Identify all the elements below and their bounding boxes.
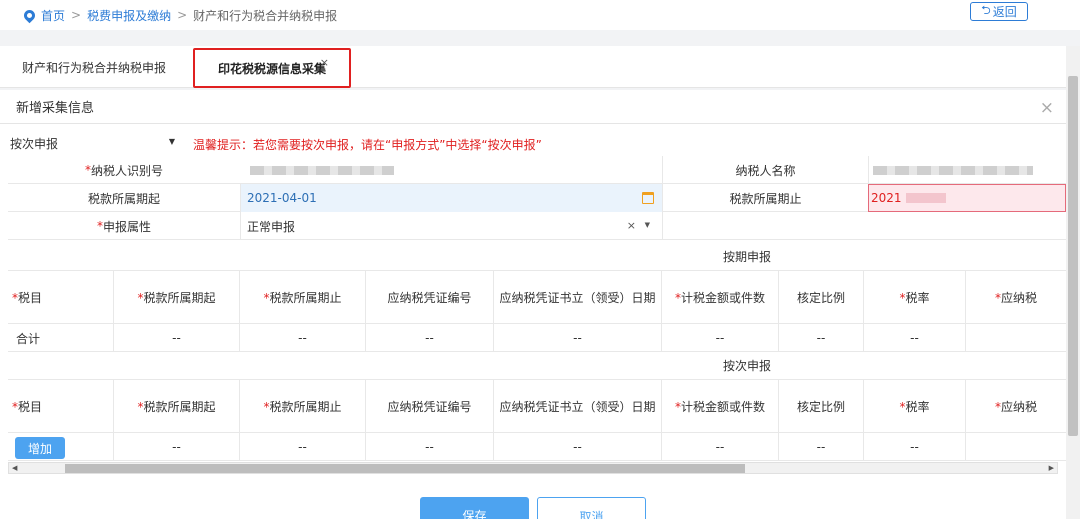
save-button[interactable]: 保存: [420, 497, 529, 519]
taxpayer-name-value: [868, 156, 1066, 184]
period-start-input[interactable]: 2021-04-01: [240, 184, 662, 212]
empty-cell: [662, 212, 1066, 240]
redacted-value: [873, 165, 1033, 175]
tab-bar: 财产和行为税合并纳税申报 印花税税源信息采集 ×: [0, 46, 1066, 88]
column-header: * 税款所属期起: [114, 271, 240, 324]
breadcrumb-current: 财产和行为税合并纳税申报: [193, 8, 338, 23]
table-cell: --: [779, 433, 864, 461]
taxpayer-form: *纳税人识别号 纳税人名称 税款所属期起 2021-04-01 税款所属期止: [8, 156, 1066, 240]
redacted-value: [250, 165, 394, 175]
declare-mode-row: 按次申报 ▼ 温馨提示：若您需要按次申报，请在“申报方式”中选择“按次申报”: [0, 130, 1066, 156]
period-end-label: 税款所属期止: [662, 184, 868, 212]
panel-close-icon[interactable]: ×: [1040, 98, 1054, 118]
back-button[interactable]: ⮌ 返回: [970, 2, 1028, 21]
table-cell: --: [864, 433, 966, 461]
column-header: * 税款所属期止: [240, 380, 366, 433]
declare-mode-select[interactable]: 按次申报 ▼: [10, 135, 175, 152]
column-header: * 税款所属期止: [240, 271, 366, 324]
clear-icon[interactable]: ×: [627, 219, 636, 232]
form-row: 税款所属期起 2021-04-01 税款所属期止 2021: [8, 184, 1066, 212]
attribute-select[interactable]: 正常申报 × ▼: [240, 212, 662, 240]
dropdown-arrow-icon: ▼: [644, 221, 650, 229]
table-cell: --: [114, 433, 240, 461]
horizontal-scrollbar[interactable]: ◀ ▶: [8, 462, 1058, 474]
vertical-scroll-thumb[interactable]: [1068, 76, 1078, 436]
section-title-once: 按次申报: [8, 352, 1066, 380]
breadcrumb-separator: >: [71, 8, 82, 22]
panel-title: 新增采集信息: [16, 101, 95, 116]
location-pin-icon: [21, 7, 38, 23]
table-header-periodic: * 税目 * 税款所属期起 * 税款所属期止 应纳税凭证编号 应纳税凭证书立（领受）日期 * 计税…: [8, 271, 1066, 324]
breadcrumb-home-link[interactable]: 首页: [41, 7, 65, 24]
horizontal-scroll-thumb[interactable]: [65, 464, 745, 473]
table-row-once: -- -- -- -- -- -- --: [8, 433, 1066, 461]
cancel-button[interactable]: 取消: [537, 497, 646, 519]
table-row-total: 合计 -- -- -- -- -- -- --: [8, 324, 1066, 352]
add-row-button[interactable]: 增加: [15, 437, 65, 459]
column-header: 应纳税凭证书立（领受）日期: [494, 271, 662, 324]
scroll-right-arrow-icon[interactable]: ▶: [1049, 463, 1054, 474]
declare-mode-value: 按次申报: [10, 137, 59, 151]
calendar-icon[interactable]: [642, 192, 654, 204]
breadcrumb-separator: >: [177, 8, 188, 22]
breadcrumb-tax-declaration-link[interactable]: 税费申报及缴纳: [87, 7, 171, 24]
period-end-input[interactable]: 2021: [868, 184, 1066, 212]
column-header: * 税目: [8, 271, 114, 324]
table-cell: --: [366, 324, 494, 352]
column-header: * 计税金额或件数: [662, 380, 779, 433]
table-cell: --: [662, 433, 779, 461]
dropdown-arrow-icon: ▼: [168, 137, 175, 146]
back-button-label: 返回: [992, 5, 1017, 19]
column-header: * 应纳税: [994, 399, 1037, 415]
section-title-periodic: 按期申报: [8, 243, 1066, 271]
tab-label: 财产和行为税合并纳税申报: [22, 60, 167, 75]
period-end-value: 2021: [871, 191, 902, 205]
tab-close-icon[interactable]: ×: [320, 56, 329, 69]
tab-label: 印花税税源信息采集: [217, 61, 326, 76]
taxpayer-id-value: [246, 156, 666, 184]
attribute-value: 正常申报: [247, 219, 296, 234]
table-cell: --: [494, 433, 662, 461]
scroll-left-arrow-icon[interactable]: ◀: [12, 463, 17, 474]
panel-header: 新增采集信息 ×: [0, 90, 1066, 124]
period-start-value: 2021-04-01: [247, 191, 317, 205]
column-header: * 税目: [8, 380, 114, 433]
table-cell: --: [494, 324, 662, 352]
taxpayer-id-label: * 纳税人识别号: [84, 163, 163, 178]
warning-tip: 温馨提示：若您需要按次申报，请在“申报方式”中选择“按次申报”: [193, 138, 542, 152]
table-cell: --: [240, 324, 366, 352]
table-header-once: * 税目 * 税款所属期起 * 税款所属期止 应纳税凭证编号 应纳税凭证书立（领受）日期 * 计税…: [8, 380, 1066, 433]
table-cell: --: [114, 324, 240, 352]
table-cell: 合计: [8, 324, 114, 352]
table-cell: --: [240, 433, 366, 461]
table-cell: [966, 324, 1066, 352]
column-header: 核定比例: [779, 380, 864, 433]
table-cell: --: [366, 433, 494, 461]
form-row: * 纳税人识别号 纳税人名称: [8, 156, 1066, 184]
column-header: * 应纳税: [994, 290, 1037, 306]
table-cell: --: [662, 324, 779, 352]
column-header: * 计税金额或件数: [662, 271, 779, 324]
table-cell: --: [864, 324, 966, 352]
redacted-value: [905, 193, 946, 203]
column-header: * 税款所属期起: [114, 380, 240, 433]
tab-stamp-tax-collection[interactable]: 印花税税源信息采集 ×: [193, 48, 351, 88]
attribute-label: * 申报属性: [96, 219, 151, 234]
table-cell: --: [779, 324, 864, 352]
form-row: * 申报属性 正常申报 × ▼: [8, 212, 1066, 240]
table-cell: [966, 433, 1066, 461]
breadcrumb: 首页 > 税费申报及缴纳 > 财产和行为税合并纳税申报 ⮌ 返回: [0, 0, 1080, 30]
return-arrow-icon: ⮌: [981, 3, 991, 17]
column-header: * 税率: [864, 380, 966, 433]
column-header: 应纳税凭证编号: [366, 380, 494, 433]
period-start-label: 税款所属期起: [87, 191, 160, 206]
taxpayer-name-label: 纳税人名称: [662, 156, 868, 184]
column-header: 应纳税凭证编号: [366, 271, 494, 324]
vertical-scrollbar[interactable]: [1066, 46, 1080, 519]
tab-combined-declaration[interactable]: 财产和行为税合并纳税申报: [22, 46, 166, 88]
column-header: * 税率: [864, 271, 966, 324]
column-header: 应纳税凭证书立（领受）日期: [494, 380, 662, 433]
column-header: 核定比例: [779, 271, 864, 324]
page: 首页 > 税费申报及缴纳 > 财产和行为税合并纳税申报 ⮌ 返回 财产和行为税合…: [0, 0, 1080, 519]
